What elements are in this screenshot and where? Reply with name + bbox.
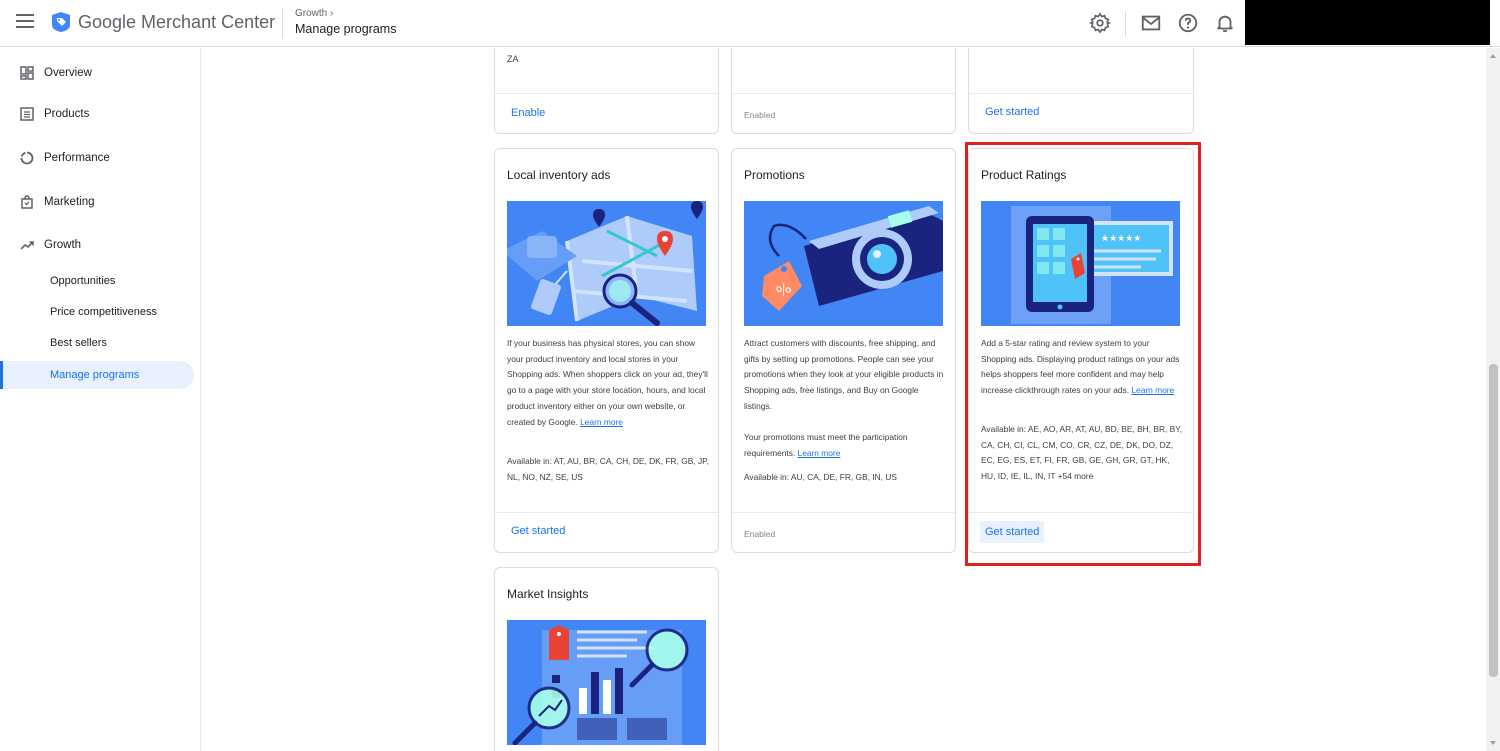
top-app-bar: Google Merchant Center Growth › Manage p… <box>0 0 1500 47</box>
sidebar-item-performance[interactable]: Performance <box>0 144 200 172</box>
growth-trend-icon <box>20 241 34 250</box>
settings-gear-icon[interactable] <box>1089 12 1111 34</box>
program-card-partial-2: Enabled <box>731 48 956 134</box>
performance-donut-icon <box>20 151 34 165</box>
card-available-countries: Available in: AE, AO, AR, AT, AU, BD, BE… <box>981 424 1183 482</box>
get-started-button[interactable]: Get started <box>506 520 570 542</box>
sidebar-subitem-price-competitiveness[interactable]: Price competitiveness <box>0 298 194 326</box>
sidebar-nav: Overview Products Performance Marketing … <box>0 48 201 751</box>
program-card-product-ratings: Product Ratings ★★★★★ Add a 5-star ratin… <box>968 148 1194 553</box>
merchant-center-logo-icon <box>52 12 70 32</box>
product-ratings-tablet-illustration: ★★★★★ <box>981 201 1180 326</box>
toolbar-divider <box>1125 11 1126 37</box>
program-card-local-inventory-ads: Local inventory ads If your business has… <box>494 148 719 553</box>
card-available-text: ZA <box>507 54 519 64</box>
app-title: Google Merchant Center <box>78 12 276 32</box>
card-footer: Get started <box>969 93 1193 133</box>
enabled-status: Enabled <box>744 110 776 120</box>
market-insights-chart-illustration <box>507 620 706 745</box>
card-footer: Enabled <box>732 93 955 133</box>
card-requirements-text: Your promotions must meet the participat… <box>744 432 908 458</box>
program-card-market-insights: Market Insights <box>494 567 719 751</box>
svg-text:★★★★★: ★★★★★ <box>1101 234 1141 244</box>
card-description: Attract customers with discounts, free s… <box>744 338 944 411</box>
sidebar-subitem-best-sellers[interactable]: Best sellers <box>0 329 194 357</box>
mail-icon[interactable] <box>1140 12 1162 34</box>
help-icon[interactable] <box>1177 12 1199 34</box>
program-card-partial-3: Get started <box>968 48 1194 134</box>
card-title: Promotions <box>744 168 805 182</box>
promotions-camera-illustration: % <box>744 201 943 326</box>
card-footer: Enabled <box>732 512 955 552</box>
enabled-status: Enabled <box>744 529 776 539</box>
learn-more-link[interactable]: Learn more <box>580 417 623 427</box>
card-description: Add a 5-star rating and review system to… <box>981 338 1180 396</box>
sidebar-subitem-manage-programs[interactable]: Manage programs <box>0 361 194 389</box>
sidebar-subitem-label: Price competitiveness <box>50 306 157 318</box>
sidebar-item-overview[interactable]: Overview <box>0 59 200 87</box>
programs-content: ZA Enable Enabled Get started Local inve… <box>202 48 1486 751</box>
learn-more-link[interactable]: Learn more <box>798 448 841 458</box>
sidebar-item-products[interactable]: Products <box>0 100 200 128</box>
card-footer: Enable <box>495 93 718 133</box>
sidebar-item-label: Growth <box>44 239 82 251</box>
products-list-icon <box>20 107 34 121</box>
breadcrumb-parent[interactable]: Growth › <box>295 8 333 19</box>
program-card-promotions: Promotions % Attract customers with disc… <box>731 148 956 553</box>
local-inventory-map-illustration <box>507 201 706 326</box>
header-divider <box>282 8 283 38</box>
enable-button[interactable]: Enable <box>506 102 550 124</box>
overview-grid-icon <box>20 66 34 80</box>
card-footer: Get started <box>969 512 1193 552</box>
card-footer: Get started <box>495 512 718 552</box>
sidebar-item-label: Products <box>44 108 90 120</box>
get-started-button[interactable]: Get started <box>980 101 1044 123</box>
sidebar-item-label: Overview <box>44 67 92 79</box>
get-started-button[interactable]: Get started <box>980 521 1045 543</box>
sidebar-subitem-label: Best sellers <box>50 337 107 349</box>
sidebar-subitem-label: Opportunities <box>50 275 116 287</box>
card-description: If your business has physical stores, yo… <box>507 338 708 427</box>
marketing-bag-icon <box>21 195 33 209</box>
vertical-scrollbar[interactable] <box>1486 48 1500 751</box>
card-title: Market Insights <box>507 587 589 601</box>
sidebar-subitem-label: Manage programs <box>50 369 140 381</box>
account-area[interactable] <box>1245 0 1490 45</box>
card-available-countries: Available in: AU, CA, DE, FR, GB, IN, US <box>744 472 897 482</box>
sidebar-item-growth[interactable]: Growth <box>0 231 200 259</box>
scroll-up-arrow-icon[interactable] <box>1489 52 1497 60</box>
card-title: Local inventory ads <box>507 168 611 182</box>
learn-more-link[interactable]: Learn more <box>1131 385 1174 395</box>
sidebar-item-marketing[interactable]: Marketing <box>0 188 200 216</box>
page-title: Manage programs <box>295 22 397 36</box>
notifications-bell-icon[interactable] <box>1214 12 1236 34</box>
program-card-partial-1: ZA Enable <box>494 48 719 134</box>
scroll-down-arrow-icon[interactable] <box>1489 739 1497 747</box>
card-title: Product Ratings <box>981 168 1067 182</box>
sidebar-item-label: Performance <box>44 152 110 164</box>
sidebar-item-label: Marketing <box>44 196 95 208</box>
sidebar-subitem-opportunities[interactable]: Opportunities <box>0 267 194 295</box>
main-menu-icon[interactable] <box>16 14 34 32</box>
scrollbar-thumb[interactable] <box>1489 364 1498 677</box>
card-available-countries: Available in: AT, AU, BR, CA, CH, DE, DK… <box>507 456 709 482</box>
